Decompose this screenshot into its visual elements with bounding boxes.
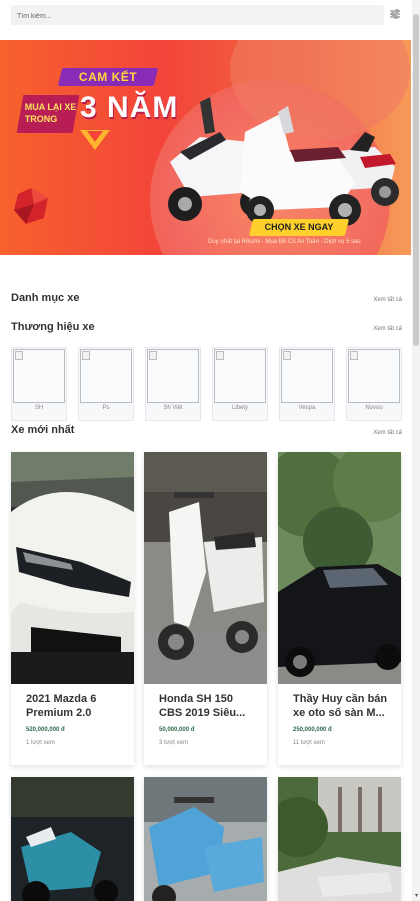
listing-card[interactable]: 2021 Mazda 6 Premium 2.0 520,000,000 đ 1… [11, 452, 134, 765]
brand-image [281, 349, 333, 403]
brand-image [13, 349, 65, 403]
search-bar [11, 5, 384, 27]
section-title-categories: Danh mục xe [11, 292, 80, 304]
search-input[interactable] [11, 6, 384, 27]
brand-image [214, 349, 266, 403]
brand-card[interactable]: Sh Việt [145, 347, 201, 421]
see-all-categories-link[interactable]: Xem tất cả [373, 297, 402, 303]
filter-button[interactable] [388, 6, 402, 22]
brand-card[interactable]: Novou [346, 347, 402, 421]
listing-title[interactable]: Honda SH 150 CBS 2019 Siêu... [159, 692, 259, 720]
section-title-brands: Thương hiệu xe [11, 321, 95, 333]
brand-card[interactable]: Libety [212, 347, 268, 421]
listing-price: 50,000,000 đ [159, 727, 195, 733]
brand-image [348, 349, 400, 403]
listing-title[interactable]: Thầy Huy cần bán xe oto số sàn M... [293, 692, 393, 720]
section-title-newest: Xe mới nhất [11, 424, 75, 436]
brand-name: Novou [365, 405, 383, 411]
brand-name: Ps [102, 405, 110, 411]
banner-left-text: MUA LẠI XE TRONG [16, 95, 80, 133]
promo-banner[interactable]: CAM KẾT MUA LẠI XE TRONG 3 NĂM CHỌN XE N… [0, 40, 411, 255]
listing-photo [144, 777, 267, 901]
banner-tag: CAM KẾT [57, 68, 159, 86]
listing-photo [278, 452, 401, 684]
banner-tagline: Duy nhất tại Rikumi - Mua Đồ Cũ An Toàn … [208, 239, 361, 245]
listing-photo [278, 777, 401, 901]
listing-card[interactable] [144, 777, 267, 901]
listing-card[interactable]: Honda SH 150 CBS 2019 Siêu... 50,000,000… [144, 452, 267, 765]
listing-photo [11, 452, 134, 684]
listing-views: 3 lượt xem [159, 740, 188, 746]
red-gem-icon [14, 188, 48, 224]
scrollbar-thumb[interactable] [413, 14, 419, 346]
listing-views: 11 lượt xem [293, 740, 325, 746]
listing-price: 250,000,000 đ [293, 727, 332, 733]
sliders-icon [390, 9, 400, 19]
listing-price: 520,000,000 đ [26, 727, 65, 733]
listing-title[interactable]: 2021 Mazda 6 Premium 2.0 [26, 692, 126, 720]
brand-card[interactable]: Ps [78, 347, 134, 421]
brand-name: Libety [231, 405, 248, 411]
listing-card[interactable] [278, 777, 401, 901]
brand-name: Sh Việt [163, 405, 183, 411]
listing-photo [11, 777, 134, 901]
brand-card[interactable]: Vespa [279, 347, 335, 421]
brand-card[interactable]: SH [11, 347, 67, 421]
see-all-brands-link[interactable]: Xem tất cả [373, 326, 402, 332]
brand-name: SH [34, 405, 44, 411]
cta-button[interactable]: CHỌN XE NGAY [248, 219, 350, 236]
listing-card[interactable]: Thầy Huy cần bán xe oto số sàn M... 250,… [278, 452, 401, 765]
see-all-newest-link[interactable]: Xem tất cả [373, 430, 402, 436]
brand-name: Vespa [298, 405, 316, 411]
chevron-inner-shape [87, 131, 103, 142]
chevron-down-icon[interactable]: ▾ [415, 892, 418, 899]
listing-views: 1 lượt xem [26, 740, 55, 746]
brand-image [147, 349, 199, 403]
brand-image [80, 349, 132, 403]
listing-photo [144, 452, 267, 684]
scrollbar[interactable]: ▾ [412, 0, 420, 901]
listing-card[interactable] [11, 777, 134, 901]
scooter-illustration [168, 97, 399, 226]
